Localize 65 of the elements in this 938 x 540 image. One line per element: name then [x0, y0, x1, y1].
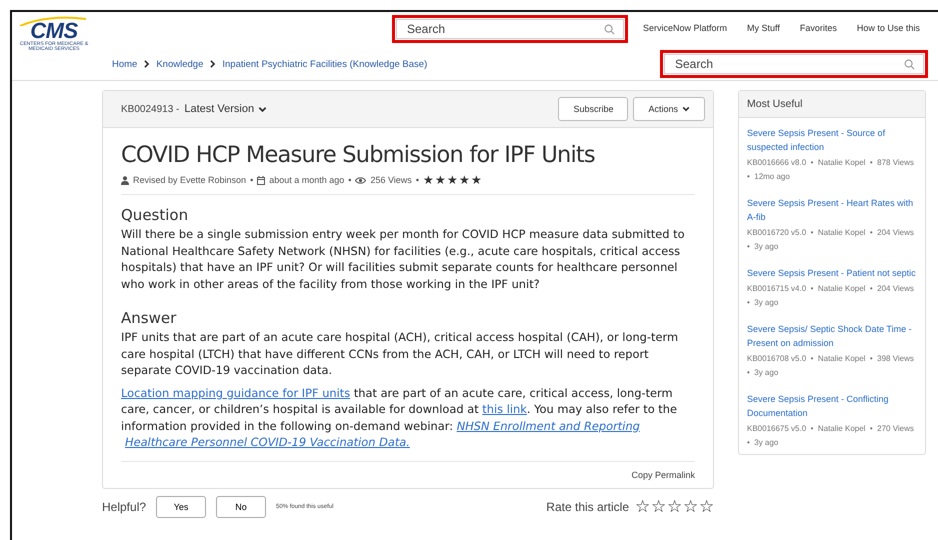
breadcrumb-link[interactable]: Inpatient Psychiatric Facilities (Knowledge Base) — [222, 58, 428, 70]
breadcrumb-link[interactable]: Home — [112, 58, 138, 70]
section-heading: Question — [121, 205, 190, 225]
text-link[interactable]: Healthcare Personnel COVID-19 Vaccination Data. — [125, 434, 410, 450]
search-icon — [604, 24, 615, 34]
chevron-right-icon — [209, 60, 216, 68]
helpful-label: Helpful? — [102, 500, 146, 514]
views-text: 256 Views — [370, 175, 412, 185]
star-icon: ★ — [434, 174, 446, 186]
chevron-down-icon — [682, 105, 690, 113]
search-field[interactable]: Search — [664, 54, 924, 74]
separator-dot: • — [348, 175, 352, 185]
rate-label: Rate this article — [546, 500, 629, 514]
nav-link[interactable]: ServiceNow Platform — [643, 23, 728, 33]
version-dropdown[interactable]: Latest Version — [184, 103, 268, 115]
article-link[interactable]: Severe Sepsis Present - Source of suspected infection — [747, 126, 917, 154]
paragraph: Location mapping guidance for IPF units that are part of an acute care, critical access, long-term care, cancer, or children’s hospital is available for download at this link. You may also refer to the information provided in the following on-demand webinar: NHSN Enrollment and Reporting Healthcare Personnel COVID-19 Vaccination Data. — [121, 384, 678, 450]
calendar-icon — [257, 176, 266, 184]
subscribe-button[interactable]: Subscribe — [558, 97, 628, 121]
article-link[interactable]: Severe Sepsis Present - Conflicting Documentation — [747, 392, 917, 420]
date-text: about a month ago — [269, 175, 344, 185]
separator-dot: • — [416, 175, 419, 185]
star-icon: ★ — [446, 174, 458, 186]
author-text: Revised by Evette Robinson — [133, 175, 246, 185]
article-link[interactable]: Severe Sepsis Present - Heart Rates with A-fib — [747, 196, 917, 224]
article-meta: KB0016708 v5.0 • Natalie Kopel • 398 Views • 3y ago — [747, 353, 915, 379]
rating-star[interactable]: ☆ — [651, 498, 666, 515]
paragraph: Will there be a single submission entry week per month for COVID HCP measure data submitted to National Healthcare Safety Network (NHSN) for facilities (e.g., acute care hospitals, critical access hospitals) that have an IPF unit? Or will facilities submit separate counts for healthcare personnel who work in other areas of the facility from those working in the IPF unit? — [121, 226, 686, 292]
breadcrumb-link[interactable]: Knowledge — [156, 58, 204, 70]
rating-star[interactable]: ☆ — [635, 498, 650, 515]
actions-button[interactable]: Actions — [633, 97, 705, 121]
article-link[interactable]: Severe Sepsis/ Septic Shock Date Time - Present on admission — [747, 322, 917, 350]
star-icon: ★ — [458, 174, 470, 186]
article-meta: KB0016715 v4.0 • Natalie Kopel • 204 Views • 3y ago — [747, 283, 915, 309]
copy-permalink-link[interactable]: Copy Permalink — [631, 470, 695, 480]
text-link[interactable]: NHSN Enrollment and Reporting — [456, 418, 640, 434]
user-icon — [121, 176, 129, 184]
article-title: COVID HCP Measure Submission for IPF Units — [121, 141, 596, 170]
star-icon: ★ — [470, 174, 482, 186]
rating-star[interactable]: ☆ — [699, 498, 714, 515]
logo: CMS — [30, 20, 78, 42]
search-icon — [904, 58, 915, 70]
nav-link[interactable]: How to Use this — [856, 23, 920, 33]
rating-star[interactable]: ☆ — [683, 498, 698, 515]
nav-link[interactable]: Favorites — [800, 23, 837, 33]
star-icon: ★ — [422, 174, 434, 186]
chevron-right-icon — [143, 60, 150, 68]
nav-link[interactable]: My Stuff — [747, 23, 780, 33]
paragraph: IPF units that are part of an acute care hospital (ACH), critical access hospital (CAH), or long-term care hospital (LTCH) that have different CCNs from the ACH, CAH, or LTCH will need to report separate COVID-19 vaccination data. — [121, 329, 680, 378]
no-button[interactable]: No — [216, 496, 266, 518]
text-link[interactable]: Location mapping guidance for IPF units — [121, 384, 350, 401]
article-number: KB0024913 - — [121, 104, 180, 114]
article-meta: KB0016675 v5.0 • Natalie Kopel • 270 Views • 3y ago — [747, 423, 915, 449]
article-meta: KB0016666 v8.0 • Natalie Kopel • 878 Views • 12mo ago — [747, 157, 915, 183]
chevron-down-icon — [258, 104, 268, 114]
sidebar-title: Most Useful — [739, 91, 925, 118]
article-meta: KB0016720 v5.0 • Natalie Kopel • 204 Views • 3y ago — [747, 227, 915, 253]
search-field[interactable]: Search — [396, 19, 624, 39]
rating-star[interactable]: ☆ — [667, 498, 682, 515]
text-link[interactable]: this link — [482, 401, 527, 418]
eye-icon — [355, 176, 366, 184]
article-link[interactable]: Severe Sepsis Present - Patient not septic — [747, 266, 917, 280]
separator-dot: • — [250, 175, 254, 185]
section-heading: Answer — [121, 308, 178, 328]
yes-button[interactable]: Yes — [156, 496, 206, 518]
